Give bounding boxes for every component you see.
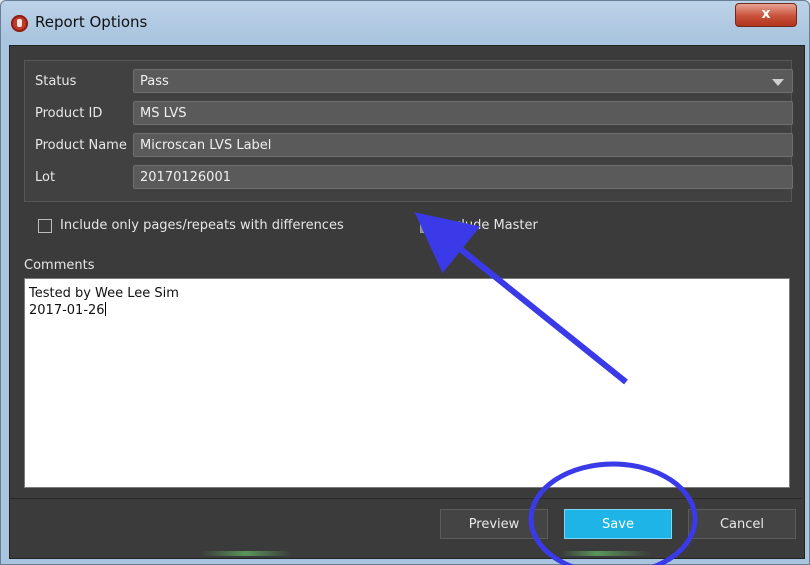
lot-row: Lot 20170126001: [31, 165, 793, 191]
include-master-checkbox[interactable]: [420, 217, 434, 233]
dialog-body: Status Pass Product ID MS LVS Product Na…: [9, 45, 805, 559]
product-form: Status Pass Product ID MS LVS Product Na…: [24, 60, 793, 202]
product-id-row: Product ID MS LVS: [31, 101, 793, 127]
report-options-window: Report Options x Status Pass Product ID …: [0, 0, 810, 565]
include-master-label[interactable]: Include Master: [442, 218, 538, 233]
product-name-row: Product Name Microscan LVS Label: [31, 133, 793, 159]
comments-title: Comments: [24, 258, 95, 273]
cancel-button[interactable]: Cancel: [688, 509, 796, 539]
text-cursor: [104, 302, 106, 316]
footer-divider: [10, 498, 802, 499]
status-value: Pass: [140, 74, 169, 89]
lot-label: Lot: [35, 170, 56, 185]
diff-only-checkbox[interactable]: [38, 219, 52, 233]
status-label: Status: [35, 74, 77, 89]
status-row: Status Pass: [31, 69, 793, 95]
chevron-down-icon[interactable]: [772, 79, 784, 86]
product-name-label: Product Name: [35, 138, 127, 153]
window-title: Report Options: [35, 13, 148, 31]
product-id-label: Product ID: [35, 106, 103, 121]
close-button[interactable]: x: [735, 3, 797, 27]
app-icon: [11, 15, 28, 32]
product-id-input[interactable]: MS LVS: [133, 101, 793, 125]
product-name-input[interactable]: Microscan LVS Label: [133, 133, 793, 157]
options-row: Include only pages/repeats with differen…: [24, 214, 790, 244]
title-bar[interactable]: Report Options x: [1, 1, 809, 45]
status-select[interactable]: Pass: [133, 69, 793, 93]
diff-only-label[interactable]: Include only pages/repeats with differen…: [60, 218, 344, 233]
preview-button[interactable]: Preview: [440, 509, 548, 539]
taskbar-glow: [201, 551, 651, 556]
comments-textarea[interactable]: Tested by Wee Lee Sim 2017-01-26: [24, 278, 790, 488]
save-button[interactable]: Save: [564, 509, 672, 539]
lot-input[interactable]: 20170126001: [133, 165, 793, 189]
